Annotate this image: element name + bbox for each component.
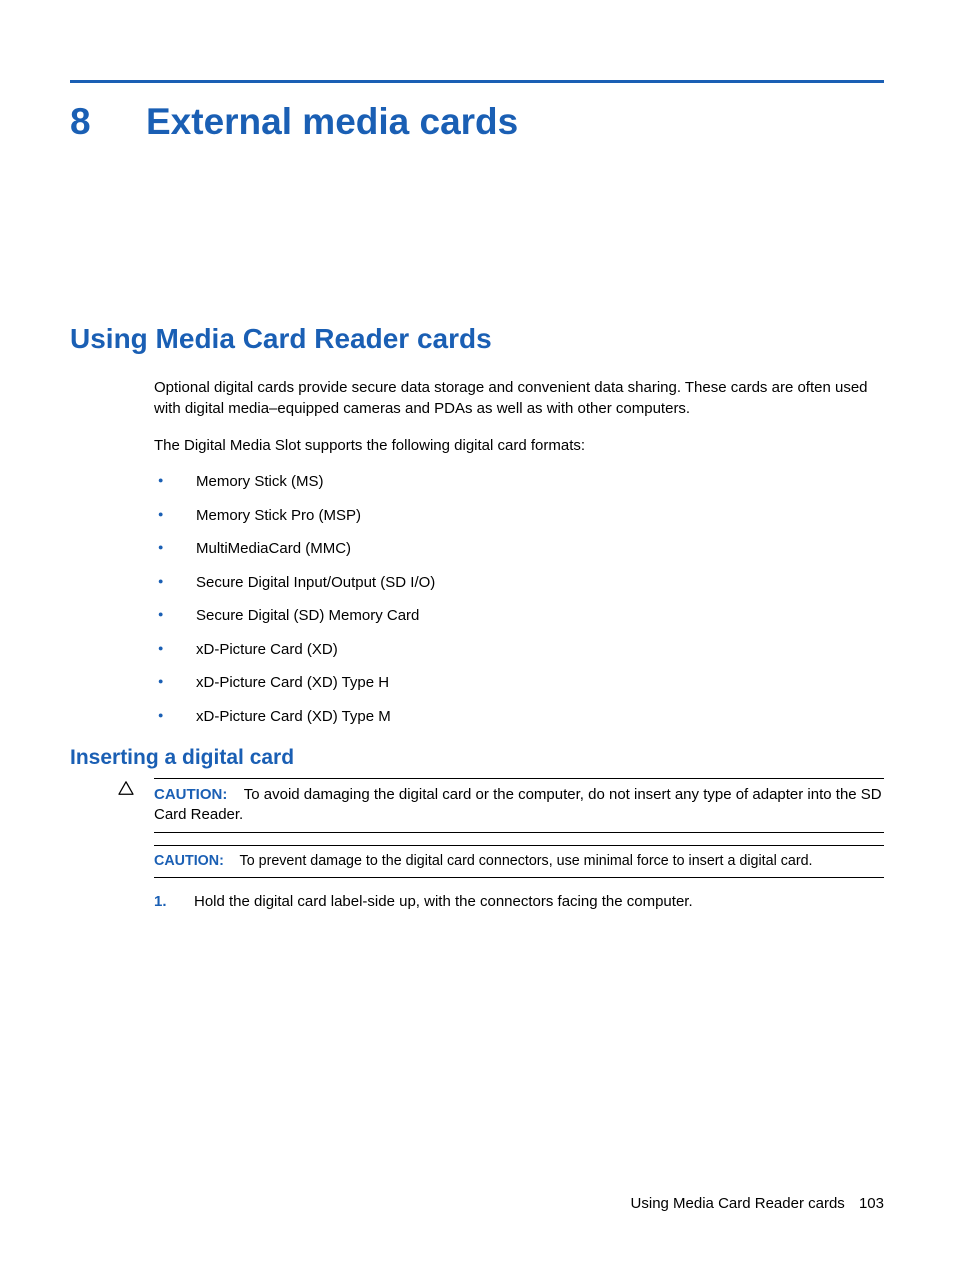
step-text: Hold the digital card label-side up, wit…: [194, 893, 693, 910]
list-item: MultiMediaCard (MMC): [154, 539, 884, 559]
caution-triangle-icon: [118, 778, 154, 800]
subsection-title: Inserting a digital card: [70, 746, 884, 770]
caution-text: To prevent damage to the digital card co…: [240, 853, 813, 869]
caution-2: CAUTION: To prevent damage to the digita…: [154, 845, 884, 878]
step-number: 1.: [154, 892, 167, 912]
chapter-header: 8 External media cards: [70, 101, 884, 143]
footer-page-number: 103: [859, 1195, 884, 1212]
page-footer: Using Media Card Reader cards 103: [631, 1195, 884, 1212]
caution-block: CAUTION: To avoid damaging the digital c…: [118, 778, 884, 833]
list-item: xD-Picture Card (XD) Type H: [154, 673, 884, 693]
caution-label: CAUTION:: [154, 853, 224, 869]
section-intro-1: Optional digital cards provide secure da…: [154, 377, 884, 419]
chapter-title: External media cards: [146, 101, 518, 143]
format-list: Memory Stick (MS) Memory Stick Pro (MSP)…: [154, 472, 884, 726]
caution-label: CAUTION:: [154, 786, 227, 803]
list-item: xD-Picture Card (XD) Type M: [154, 707, 884, 727]
steps-list: 1. Hold the digital card label-side up, …: [154, 892, 884, 912]
chapter-number: 8: [70, 101, 146, 143]
list-item: xD-Picture Card (XD): [154, 640, 884, 660]
caution-1: CAUTION: To avoid damaging the digital c…: [154, 778, 884, 833]
step-item: 1. Hold the digital card label-side up, …: [154, 892, 884, 912]
list-item: Memory Stick (MS): [154, 472, 884, 492]
section-title: Using Media Card Reader cards: [70, 323, 884, 355]
section-intro-2: The Digital Media Slot supports the foll…: [154, 435, 884, 456]
list-item: Secure Digital (SD) Memory Card: [154, 606, 884, 626]
list-item: Secure Digital Input/Output (SD I/O): [154, 573, 884, 593]
chapter-top-rule: [70, 80, 884, 83]
caution-text: To avoid damaging the digital card or th…: [154, 786, 882, 823]
list-item: Memory Stick Pro (MSP): [154, 506, 884, 526]
footer-text: Using Media Card Reader cards: [631, 1195, 845, 1212]
